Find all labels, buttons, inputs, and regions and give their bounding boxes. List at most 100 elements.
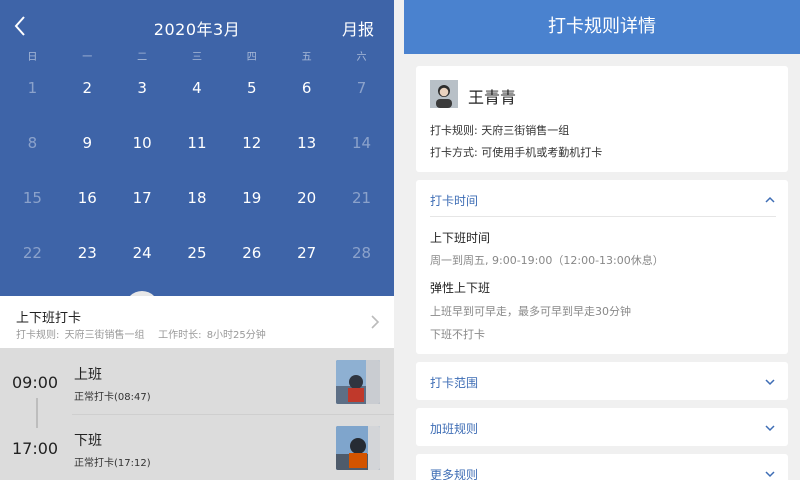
day-number: 2 [82, 78, 93, 97]
day-number: 7 [356, 78, 367, 97]
calendar-day[interactable]: 27 [279, 236, 334, 270]
calendar-day[interactable]: 16 [60, 181, 115, 215]
calendar-week: 15 16 17 18 19 20 21 [5, 170, 389, 225]
day-number: 27 [297, 243, 317, 262]
day-number: 13 [297, 133, 317, 152]
day-number: 11 [187, 133, 207, 152]
calendar-day[interactable]: 13 [279, 126, 334, 160]
calendar-day[interactable]: 2 [60, 71, 115, 105]
calendar-day[interactable]: 12 [224, 126, 279, 160]
calendar-day[interactable]: 17 [115, 181, 170, 215]
calendar-day[interactable]: 22 [5, 236, 60, 270]
record-label: 下班 [74, 433, 102, 449]
calendar-day[interactable]: 19 [224, 181, 279, 215]
rule-label: 打卡规则: [16, 330, 60, 341]
chevron-up-icon [765, 196, 775, 203]
record-status: 正常打卡(17:12) [74, 458, 151, 469]
calendar-day[interactable]: 21 [334, 181, 389, 215]
monthly-report-button[interactable]: 月报 [342, 16, 374, 40]
checkin-photo-thumbnail[interactable] [336, 360, 380, 404]
calendar-day[interactable]: 10 [115, 126, 170, 160]
punch-method-line: 打卡方式: 可使用手机或考勤机打卡 [430, 146, 603, 159]
flex-time-label: 弹性上下班 [430, 281, 491, 295]
day-number: 1 [27, 78, 38, 97]
summary-description: 打卡规则: 天府三街销售一组 工作时长: 8小时25分钟 [16, 326, 268, 341]
calendar-day[interactable]: 14 [334, 126, 389, 160]
day-number: 22 [22, 243, 42, 262]
record-label: 上班 [74, 367, 102, 383]
day-number: 28 [351, 243, 372, 262]
month-title: 2020年3月 [153, 20, 241, 39]
punch-time-toggle[interactable]: 打卡时间 [416, 180, 788, 220]
day-number: 16 [77, 188, 97, 207]
calendar-day[interactable]: 20 [279, 181, 334, 215]
chevron-down-icon [765, 425, 775, 432]
no-punch-note: 下班不打卡 [430, 328, 485, 341]
day-number: 25 [187, 243, 207, 262]
commute-time-label: 上下班时间 [430, 231, 491, 245]
flex-time-value: 上班早到可早走，最多可早到早走30分钟 [430, 305, 631, 318]
more-rules-section[interactable]: 更多规则 [416, 454, 788, 480]
calendar-day[interactable]: 6 [279, 71, 334, 105]
scheduled-time: 09:00 [12, 373, 59, 392]
photo-image [336, 360, 380, 404]
avatar [430, 80, 458, 108]
punch-record-checkout: 17:00 下班 正常打卡(17:12) [0, 414, 394, 480]
calendar-day[interactable]: 3 [115, 71, 170, 105]
rule-group-line: 打卡规则: 天府三街销售一组 [430, 124, 570, 137]
work-duration-label: 工作时长: [158, 330, 202, 341]
calendar-day[interactable]: 8 [5, 126, 60, 160]
calendar-day[interactable]: 4 [170, 71, 225, 105]
checkout-photo-thumbnail[interactable] [336, 426, 380, 470]
punch-time-section: 打卡时间 上下班时间 周一到周五, 9:00-19:00（12:00-13:00… [416, 180, 788, 354]
day-number: 6 [301, 78, 312, 97]
calendar-day[interactable]: 18 [170, 181, 225, 215]
day-number: 18 [187, 188, 207, 207]
user-name: 王青青 [468, 88, 517, 107]
rule-detail-panel: 打卡规则详情 王青青 打卡规则: 天府三街销售一组 打卡方式: 可使用手机或考勤… [404, 0, 800, 480]
day-number: 3 [137, 78, 147, 97]
section-title: 加班规则 [430, 422, 479, 436]
day-number: 14 [351, 133, 372, 152]
chevron-down-icon [765, 379, 775, 386]
calendar: 2020年3月 月报 日一二三四五六 1 2 3 4 5 6 7 8 9 10 11 12 13 14 15… [0, 0, 394, 325]
day-number: 24 [132, 243, 152, 262]
calendar-day[interactable]: 26 [224, 236, 279, 270]
calendar-day[interactable]: 28 [334, 236, 389, 270]
calendar-day[interactable]: 15 [5, 181, 60, 215]
day-number: 4 [192, 78, 202, 97]
page-title: 打卡规则详情 [404, 0, 800, 54]
calendar-day[interactable]: 7 [334, 71, 389, 105]
summary-title: 上下班打卡 [16, 311, 82, 326]
overtime-rule-section[interactable]: 加班规则 [416, 408, 788, 446]
user-info-card: 王青青 打卡规则: 天府三街销售一组 打卡方式: 可使用手机或考勤机打卡 [416, 66, 788, 172]
section-title: 打卡时间 [430, 194, 479, 208]
rule-value: 天府三街销售一组 [64, 330, 145, 341]
section-title: 更多规则 [430, 468, 479, 480]
calendar-day[interactable]: 5 [224, 71, 279, 105]
record-status: 正常打卡(08:47) [74, 392, 151, 403]
calendar-day[interactable]: 11 [170, 126, 225, 160]
day-number: 17 [132, 188, 152, 207]
day-number: 19 [242, 188, 262, 207]
chevron-right-icon [371, 315, 380, 329]
day-number: 26 [242, 243, 262, 262]
calendar-day[interactable]: 9 [60, 126, 115, 160]
commute-time-value: 周一到周五, 9:00-19:00（12:00-13:00休息） [430, 254, 664, 267]
day-number: 10 [132, 133, 152, 152]
calendar-grid: 1 2 3 4 5 6 7 8 9 10 11 12 13 14 15 16 17 18 19 20 21 22 23 24 2… [5, 60, 389, 335]
calendar-day[interactable]: 24 [115, 236, 170, 270]
section-divider [430, 216, 776, 217]
punch-record-checkin: 09:00 上班 正常打卡(08:47) [0, 348, 394, 414]
calendar-day[interactable]: 23 [60, 236, 115, 270]
calendar-day[interactable]: 25 [170, 236, 225, 270]
user-avatar-icon [430, 80, 458, 108]
calendar-day[interactable]: 1 [5, 71, 60, 105]
day-number: 15 [22, 188, 42, 207]
day-number: 21 [351, 188, 372, 207]
calendar-week: 1 2 3 4 5 6 7 [5, 60, 389, 115]
punch-summary-row[interactable]: 上下班打卡 打卡规则: 天府三街销售一组 工作时长: 8小时25分钟 [0, 296, 394, 348]
chevron-down-icon [765, 471, 775, 478]
punch-range-section[interactable]: 打卡范围 [416, 362, 788, 400]
punch-records: 09:00 上班 正常打卡(08:47) 17:00 下班 正常打卡(17:12… [0, 348, 394, 480]
